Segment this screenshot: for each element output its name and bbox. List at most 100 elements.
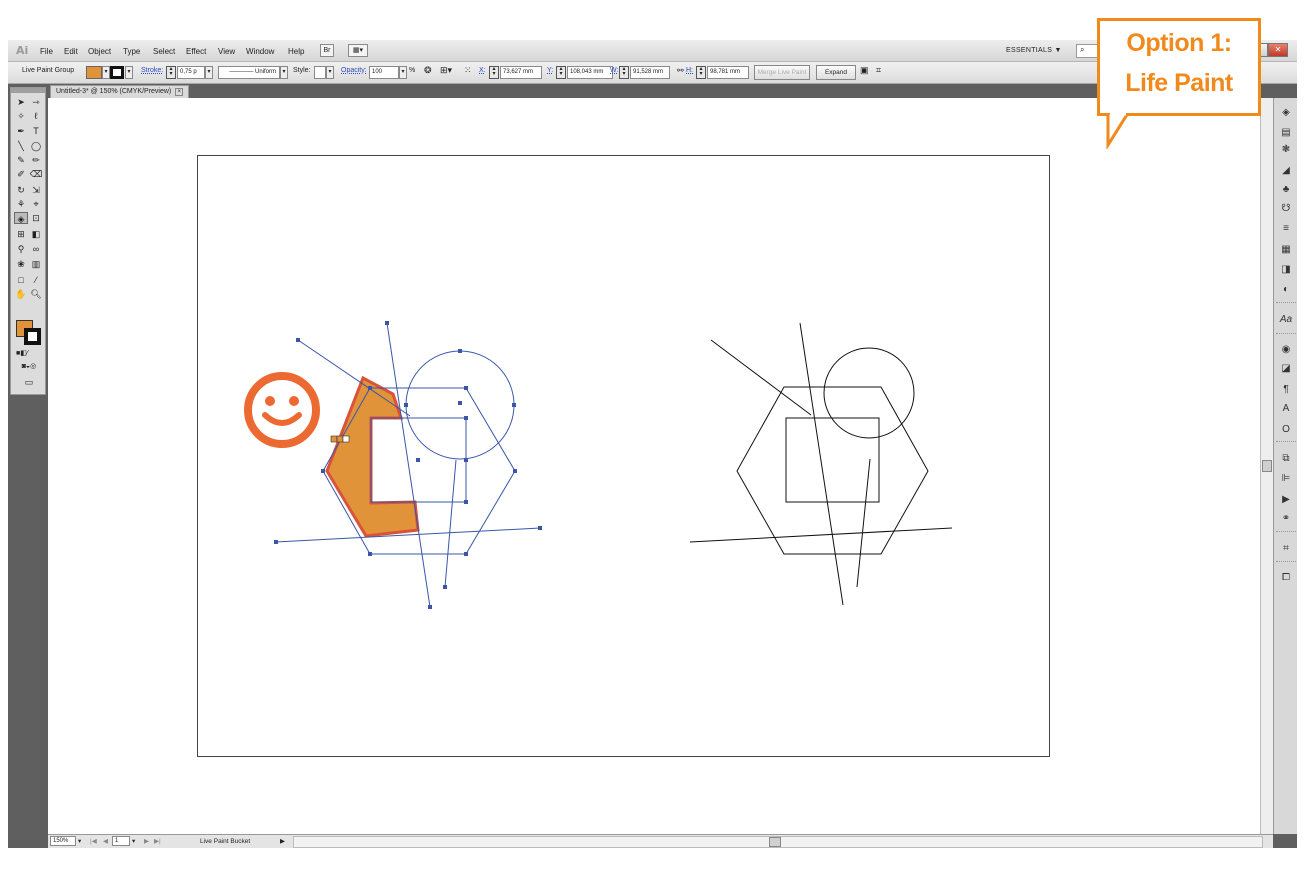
swatches-panel-icon[interactable]: ◢ (1279, 164, 1293, 178)
eraser-tool-icon[interactable]: ⌫ (29, 168, 43, 180)
fill-dropdown[interactable]: ▾ (102, 66, 110, 79)
next-page-button[interactable]: ▶ (144, 837, 149, 847)
document-tab[interactable]: Untitled-3* @ 150% (CMYK/Preview) × (50, 85, 190, 98)
workspace-switcher[interactable]: ESSENTIALS ▼ (1006, 47, 1062, 54)
color-mode-icon[interactable]: ■◧⁄ (15, 348, 29, 360)
circle-path[interactable] (823, 347, 915, 439)
menu-edit[interactable]: Edit (64, 47, 78, 56)
hand-tool-icon[interactable]: ✋ (14, 288, 28, 300)
first-page-button[interactable]: |◀ (90, 837, 97, 847)
h-field[interactable]: 98,781 mm (707, 66, 749, 79)
painted-face[interactable] (325, 375, 420, 538)
transform-panel-icon[interactable]: ⌗ (1279, 542, 1293, 556)
menu-object[interactable]: Object (88, 47, 111, 56)
page-field[interactable]: 1 (112, 836, 130, 846)
isolate-group-icon[interactable]: ⌗ (876, 65, 881, 76)
hexagon-path[interactable] (736, 386, 929, 555)
short-line[interactable] (856, 458, 871, 588)
canvas-area[interactable] (48, 98, 1273, 834)
artboards-panel-icon[interactable]: ⧉ (1279, 452, 1293, 466)
pathfinder-panel-icon[interactable]: ⧠ (1279, 571, 1293, 585)
stroke-swatch[interactable] (110, 66, 124, 79)
kuler-panel-icon[interactable]: ❃ (1279, 143, 1293, 157)
menu-type[interactable]: Type (123, 47, 140, 56)
stroke-panel-icon[interactable]: ≡ (1279, 222, 1293, 236)
menu-file[interactable]: File (40, 47, 53, 56)
zoom-dropdown[interactable]: ▾ (78, 837, 81, 847)
reference-point-icon[interactable]: ⁙ (464, 65, 472, 76)
diagonal-line[interactable] (710, 339, 812, 416)
horizontal-line[interactable] (689, 527, 953, 543)
selection-tool-icon[interactable]: ➤ (14, 96, 28, 108)
style-dropdown[interactable]: ▾ (326, 66, 334, 79)
opacity-dropdown[interactable]: ▾ (399, 66, 407, 79)
scale-tool-icon[interactable]: ⇲ (29, 184, 43, 196)
actions-panel-icon[interactable]: ▶ (1279, 493, 1293, 507)
short-line-selected[interactable] (444, 459, 457, 588)
graphic-styles-panel-icon[interactable]: ◉ (1279, 343, 1293, 357)
status-menu-arrow[interactable]: ▶ (280, 837, 285, 847)
live-paint-selection-tool-icon[interactable]: ⊡ (29, 212, 43, 224)
original-shapes-group[interactable] (689, 322, 953, 606)
links-panel-icon[interactable]: ⚭ (1279, 512, 1293, 526)
align-panel-icon[interactable]: ⊫ (1279, 472, 1293, 486)
drawing-modes-icon[interactable]: ◙◒◎ (15, 361, 43, 373)
pencil-tool-icon[interactable]: ✏ (29, 154, 43, 166)
h-stepper[interactable]: ▴ ▾ (696, 66, 706, 79)
horizontal-scrollbar[interactable] (293, 836, 1263, 848)
gradient-tool-icon[interactable]: ◧ (29, 228, 43, 240)
appearance-panel-icon[interactable]: ◐ (1279, 283, 1293, 297)
character-panel-icon[interactable]: A (1279, 402, 1293, 416)
transparency-panel-icon[interactable]: ◨ (1279, 263, 1293, 277)
eyedropper-tool-icon[interactable]: ⚲ (14, 243, 28, 255)
bridge-button[interactable]: Br (320, 44, 334, 57)
horizontal-scroll-thumb[interactable] (769, 837, 781, 847)
lasso-tool-icon[interactable]: ℓ (29, 110, 43, 122)
layers-panel-icon[interactable]: ◪ (1279, 362, 1293, 376)
rotate-tool-icon[interactable]: ↻ (14, 184, 28, 196)
align-icon[interactable]: ⊞▾ (440, 65, 452, 76)
paintbrush-tool-icon[interactable]: ✎ (14, 154, 28, 166)
y-stepper[interactable]: ▴ ▾ (556, 66, 566, 79)
symbol-sprayer-tool-icon[interactable]: ❀ (14, 258, 28, 270)
vertical-scrollbar[interactable] (1260, 98, 1273, 834)
y-field[interactable]: 108,043 mm (567, 66, 613, 79)
pen-tool-icon[interactable]: ✒ (14, 125, 28, 137)
paragraph-panel-icon[interactable]: ¶ (1279, 383, 1293, 397)
graph-tool-icon[interactable]: ▥ (29, 258, 43, 270)
vertical-line[interactable] (799, 322, 844, 606)
direct-selection-tool-icon[interactable]: ⇾ (29, 96, 43, 108)
menu-help[interactable]: Help (288, 47, 304, 56)
stroke-profile-dropdown[interactable]: ▾ (280, 66, 288, 79)
screen-mode-icon[interactable]: ▭ (19, 376, 39, 388)
x-field[interactable]: 73,627 mm (500, 66, 542, 79)
gap-options-icon[interactable]: ▣ (860, 65, 869, 76)
free-transform-tool-icon[interactable]: ⌖ (29, 198, 43, 210)
style-swatch[interactable] (314, 66, 326, 79)
close-button[interactable]: ✕ (1268, 43, 1288, 57)
blob-brush-tool-icon[interactable]: ✐ (14, 168, 28, 180)
stroke-profile-field[interactable]: ———— Uniform (218, 66, 280, 79)
symbols-panel-icon[interactable]: ☋ (1279, 202, 1293, 216)
opacity-field[interactable]: 100 (369, 66, 399, 79)
stroke-panel-link[interactable]: Stroke: (141, 67, 163, 74)
link-proportions-icon[interactable]: ⚯ (677, 66, 684, 75)
menu-effect[interactable]: Effect (186, 47, 206, 56)
menu-view[interactable]: View (218, 47, 235, 56)
vertical-scroll-thumb[interactable] (1262, 460, 1272, 472)
mesh-tool-icon[interactable]: ⊞ (14, 228, 28, 240)
recolor-artwork-icon[interactable]: ❂ (424, 65, 432, 76)
close-tab-icon[interactable]: × (175, 88, 184, 96)
live-paint-bucket-tool-icon[interactable]: ◈ (14, 212, 28, 224)
stroke-weight-dropdown[interactable]: ▾ (205, 66, 213, 79)
stroke-weight-field[interactable]: 0,75 p (177, 66, 205, 79)
color-guide-panel-icon[interactable]: ▤ (1279, 126, 1293, 140)
character-styles-panel-icon[interactable]: Aa (1279, 313, 1293, 327)
page-dropdown[interactable]: ▾ (132, 837, 135, 847)
stroke-weight-stepper[interactable]: ▴ ▾ (166, 66, 176, 79)
artboard-tool-icon[interactable]: □ (14, 274, 28, 286)
type-tool-icon[interactable]: T (29, 125, 43, 137)
blend-tool-icon[interactable]: ∞ (29, 243, 43, 255)
gradient-panel-icon[interactable]: ▦ (1279, 243, 1293, 257)
last-page-button[interactable]: ▶| (154, 837, 161, 847)
